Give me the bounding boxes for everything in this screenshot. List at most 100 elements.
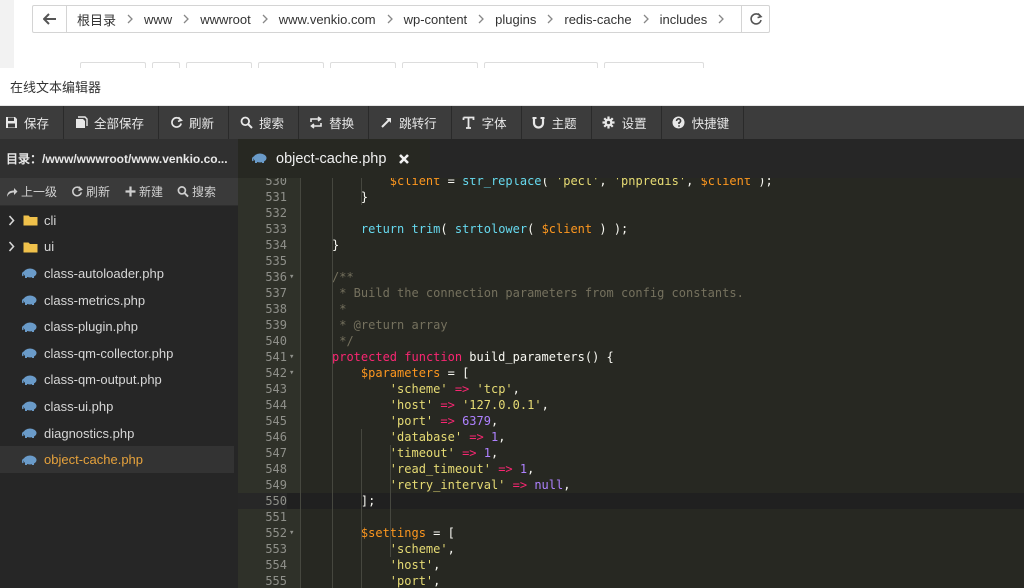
line-number: 538 — [265, 302, 287, 316]
close-tab-icon[interactable] — [398, 153, 410, 165]
tree-file[interactable]: class-qm-collector.php — [0, 340, 238, 367]
fold-caret-icon[interactable]: ▾ — [289, 365, 297, 381]
tree-file[interactable]: class-autoloader.php — [0, 260, 238, 287]
toolbar-button-refresh[interactable]: 刷新 — [159, 106, 230, 139]
code-text: 'database' => 1, — [332, 429, 506, 445]
toolbar-button-font[interactable]: 字体 — [452, 106, 522, 139]
line-number: 544 — [265, 398, 287, 412]
code-line: 536 ▾ /** — [238, 269, 1024, 285]
breadcrumb-item[interactable]: redis-cache — [562, 12, 657, 27]
sidebar-action-refresh[interactable]: 刷新 — [71, 183, 110, 200]
breadcrumb-item[interactable]: plugins — [493, 12, 562, 27]
toolbar-button-theme[interactable]: 主题 — [522, 106, 592, 139]
fold-caret-icon[interactable]: ▾ — [289, 525, 297, 541]
breadcrumb-item[interactable]: wwwroot — [198, 12, 277, 27]
code-editor[interactable]: 530 $client = str_replace( 'pecl', 'phpr… — [238, 178, 1024, 588]
breadcrumb-item[interactable]: www — [142, 12, 198, 27]
toolbar-button-save-all[interactable]: 全部保存 — [64, 106, 160, 139]
sidebar-action-search[interactable]: 搜索 — [177, 183, 216, 200]
line-number: 540 — [265, 334, 287, 348]
php-elephant-icon — [22, 320, 38, 334]
breadcrumb-item[interactable]: 根目录 — [75, 10, 142, 29]
chevron-right-icon — [718, 14, 725, 24]
line-number: 536 — [265, 270, 287, 284]
code-token: return — [360, 222, 405, 236]
toolbar-button-label: 主题 — [551, 117, 577, 131]
sidebar-action-label: 新建 — [139, 185, 164, 199]
toolbar-button-gear[interactable]: 设置 — [592, 106, 662, 139]
chevron-right-icon[interactable] — [4, 215, 18, 226]
sidebar-action-share[interactable]: 上一级 — [6, 183, 57, 200]
search-icon — [177, 186, 189, 198]
chevron-right-icon[interactable] — [4, 241, 18, 252]
tab-object-cache[interactable]: object-cache.php — [238, 139, 430, 178]
code-text: 'retry_interval' => null, — [332, 477, 571, 493]
share-icon — [6, 186, 18, 198]
php-elephant-icon — [22, 373, 38, 387]
breadcrumb-item[interactable]: includes — [658, 12, 734, 27]
folder-icon — [22, 240, 38, 254]
toolbar-button-jump[interactable]: 跳转行 — [369, 106, 452, 139]
save-all-icon — [74, 116, 88, 130]
toolbar-button-replace[interactable]: 替换 — [299, 106, 370, 139]
code-token: trim — [411, 222, 441, 236]
code-token: => — [440, 398, 455, 412]
code-text: 'timeout' => 1, — [332, 445, 498, 461]
line-number: 537 — [265, 286, 287, 300]
line-number: 555 — [265, 574, 287, 588]
code-text: protected function build_parameters() { — [332, 349, 614, 365]
tree-folder[interactable]: cli — [0, 207, 238, 234]
code-token: * — [332, 302, 347, 316]
toolbar-button-search[interactable]: 搜索 — [229, 106, 300, 139]
code-text: 'read_timeout' => 1, — [332, 461, 535, 477]
tree-file[interactable]: diagnostics.php — [0, 420, 238, 447]
code-line: 554 'host', — [238, 557, 1024, 573]
breadcrumb-label: plugins — [495, 11, 537, 27]
toolbar-button-label: 保存 — [24, 117, 50, 131]
breadcrumb-item[interactable]: wp-content — [402, 12, 494, 27]
toolbar-button-label: 设置 — [621, 117, 647, 131]
code-token: function — [404, 350, 463, 364]
toolbar-button-label: 跳转行 — [399, 117, 437, 131]
tree-file[interactable]: class-plugin.php — [0, 313, 238, 340]
breadcrumb-item[interactable]: www.venkio.com — [277, 12, 402, 27]
tree-file[interactable]: class-metrics.php — [0, 287, 238, 314]
tree-file[interactable]: class-ui.php — [0, 393, 238, 420]
code-token: 'scheme' — [389, 382, 448, 396]
code-line: 542 ▾ $parameters = [ — [238, 365, 1024, 381]
toolbar-button-save[interactable]: 保存 — [0, 106, 65, 139]
code-text: } — [332, 237, 339, 253]
code-line: 551 — [238, 509, 1024, 525]
path-bar: 根目录 www wwwroot www.venkio.com wp-content plu… — [32, 5, 770, 33]
code-text: * @return array — [332, 317, 447, 333]
line-number: 539 — [265, 318, 287, 332]
refresh-path-button[interactable] — [741, 6, 769, 32]
code-token: 'port' — [389, 574, 434, 588]
code-token: , — [490, 446, 499, 460]
left-strip — [0, 0, 14, 68]
sidebar-action-label: 上一级 — [21, 185, 58, 199]
indent-guide — [361, 429, 362, 588]
tree-file[interactable]: object-cache.php — [0, 446, 234, 473]
code-token: ( — [527, 222, 542, 236]
tree-file[interactable]: class-qm-output.php — [0, 367, 238, 394]
code-token: * Build the connection parameters from c… — [332, 286, 744, 300]
tree-folder[interactable]: ui — [0, 234, 238, 261]
chevron-right-icon — [387, 14, 393, 24]
line-number: 535 — [265, 254, 287, 268]
breadcrumb-label: redis-cache — [564, 11, 632, 27]
code-token: = [ — [425, 526, 455, 540]
back-button[interactable] — [33, 6, 67, 32]
code-token: $client — [389, 178, 441, 188]
code-line: 543 'scheme' => 'tcp', — [238, 381, 1024, 397]
toolbar-button-help[interactable]: 快捷键 — [662, 106, 745, 139]
fold-caret-icon[interactable]: ▾ — [289, 349, 297, 365]
fold-caret-icon[interactable]: ▾ — [289, 269, 297, 285]
code-token: 'port' — [389, 414, 434, 428]
sidebar-action-plus[interactable]: 新建 — [124, 183, 163, 200]
code-token: , — [599, 178, 614, 188]
tree-item-label: class-qm-output.php — [44, 372, 162, 388]
